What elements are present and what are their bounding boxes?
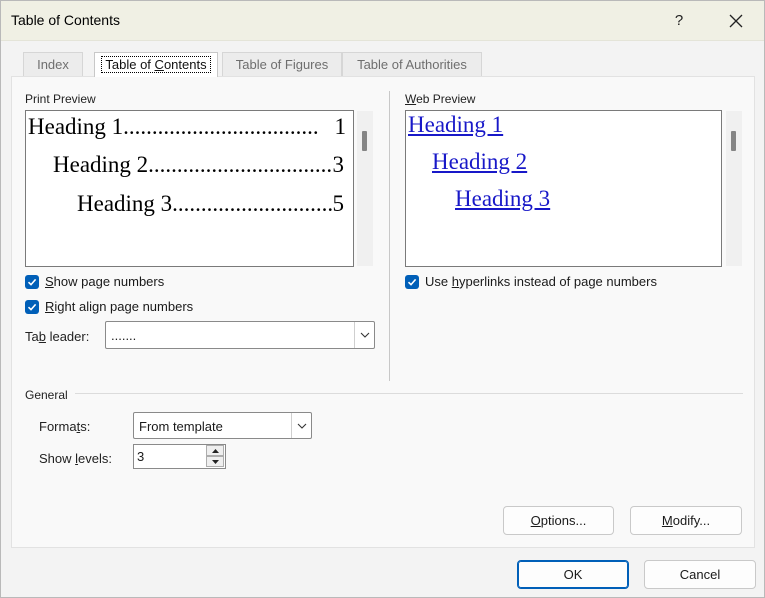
tab-table-of-authorities[interactable]: Table of Authorities [342,52,482,77]
right-align-label: Right align page numbers [45,299,194,314]
web-preview-scroll-thumb[interactable] [731,131,736,151]
table-of-contents-dialog: Table of Contents ? Index Table of Conte… [0,0,765,598]
vertical-divider [389,91,390,381]
right-align-option[interactable]: Right align page numbers [25,299,193,314]
checkmark-icon [27,278,37,286]
triangle-down-icon [211,459,219,464]
checkmark-icon [407,278,417,286]
formats-dropdown-button[interactable] [291,413,311,438]
show-levels-spin-buttons [205,445,225,468]
chevron-down-icon [360,332,369,338]
tab-leader-select[interactable]: ....... [105,321,375,349]
show-page-numbers-option[interactable]: Show page numbers [25,274,164,289]
chevron-down-icon [297,423,306,429]
options-button[interactable]: Options... [503,506,614,535]
checkmark-icon [27,303,37,311]
print-preview-label: Print Preview [25,92,96,106]
web-preview-label: Web Preview [405,92,476,106]
general-divider [75,393,743,394]
web-preview-link-1[interactable]: Heading 1 [408,112,503,138]
tab-leader-dropdown-button[interactable] [354,322,374,348]
options-button-label: Options... [530,513,587,528]
use-hyperlinks-checkbox[interactable] [405,274,419,289]
close-icon [729,14,743,28]
general-group-label: General [25,388,68,402]
window-title: Table of Contents [11,12,120,28]
show-page-numbers-label: Show page numbers [45,274,165,289]
show-levels-value[interactable]: 3 [137,449,144,464]
close-button[interactable] [719,6,753,36]
tab-table-of-contents-label: Table of Contents [101,56,211,73]
tab-table-of-figures[interactable]: Table of Figures [222,52,342,77]
web-preview-scrollbar[interactable] [726,111,742,266]
show-page-numbers-checkbox[interactable] [25,274,39,289]
web-preview-link-3[interactable]: Heading 3 [455,186,550,212]
tab-leader-value: ....... [111,328,137,343]
right-align-checkbox[interactable] [25,299,39,314]
print-preview-scroll-thumb[interactable] [362,131,367,151]
tab-index[interactable]: Index [23,52,83,77]
title-bar: Table of Contents ? [1,1,764,41]
help-button[interactable]: ? [665,6,693,36]
web-preview-box: Heading 1 Heading 2 Heading 3 [405,110,722,267]
tab-leader-label: Tab leader: [25,329,90,344]
spin-up-button[interactable] [206,445,224,456]
tab-table-of-contents[interactable]: Table of Contents [94,52,218,77]
cancel-button[interactable]: Cancel [644,560,756,589]
formats-label: Formats: [39,419,91,434]
triangle-up-icon [211,448,219,453]
web-preview-link-2[interactable]: Heading 2 [432,149,527,175]
formats-value: From template [139,419,223,434]
print-preview-line-3: Heading 3...............................… [77,191,344,216]
show-levels-spinner[interactable]: 3 [133,444,226,469]
formats-select[interactable]: From template [133,412,312,439]
tab-table-of-authorities-label: Table of Authorities [357,57,467,72]
tab-table-of-figures-label: Table of Figures [235,57,329,72]
print-preview-line-1: Heading 1...............................… [28,114,346,139]
print-preview-box: Heading 1...............................… [25,110,354,267]
show-levels-label: Show levels: [39,451,112,466]
spin-down-button[interactable] [206,456,224,467]
ok-button[interactable]: OK [517,560,629,589]
print-preview-scrollbar[interactable] [357,111,373,266]
use-hyperlinks-label: Use hyperlinks instead of page numbers [425,274,657,289]
modify-button-label: Modify... [661,513,711,528]
use-hyperlinks-option[interactable]: Use hyperlinks instead of page numbers [405,274,657,289]
tab-index-label: Index [37,57,69,72]
print-preview-line-2: Heading 2...............................… [53,152,344,177]
modify-button[interactable]: Modify... [630,506,742,535]
